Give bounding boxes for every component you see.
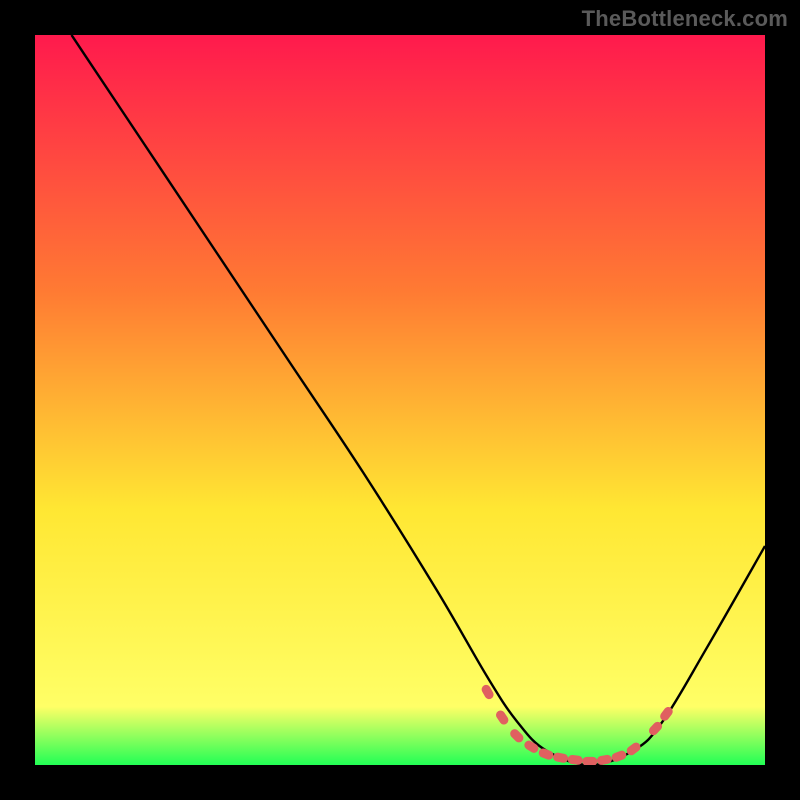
plot-svg [35,35,765,765]
plot-area [35,35,765,765]
watermark-text: TheBottleneck.com [582,6,788,32]
chart-frame: TheBottleneck.com [0,0,800,800]
curve-marker [582,757,597,765]
